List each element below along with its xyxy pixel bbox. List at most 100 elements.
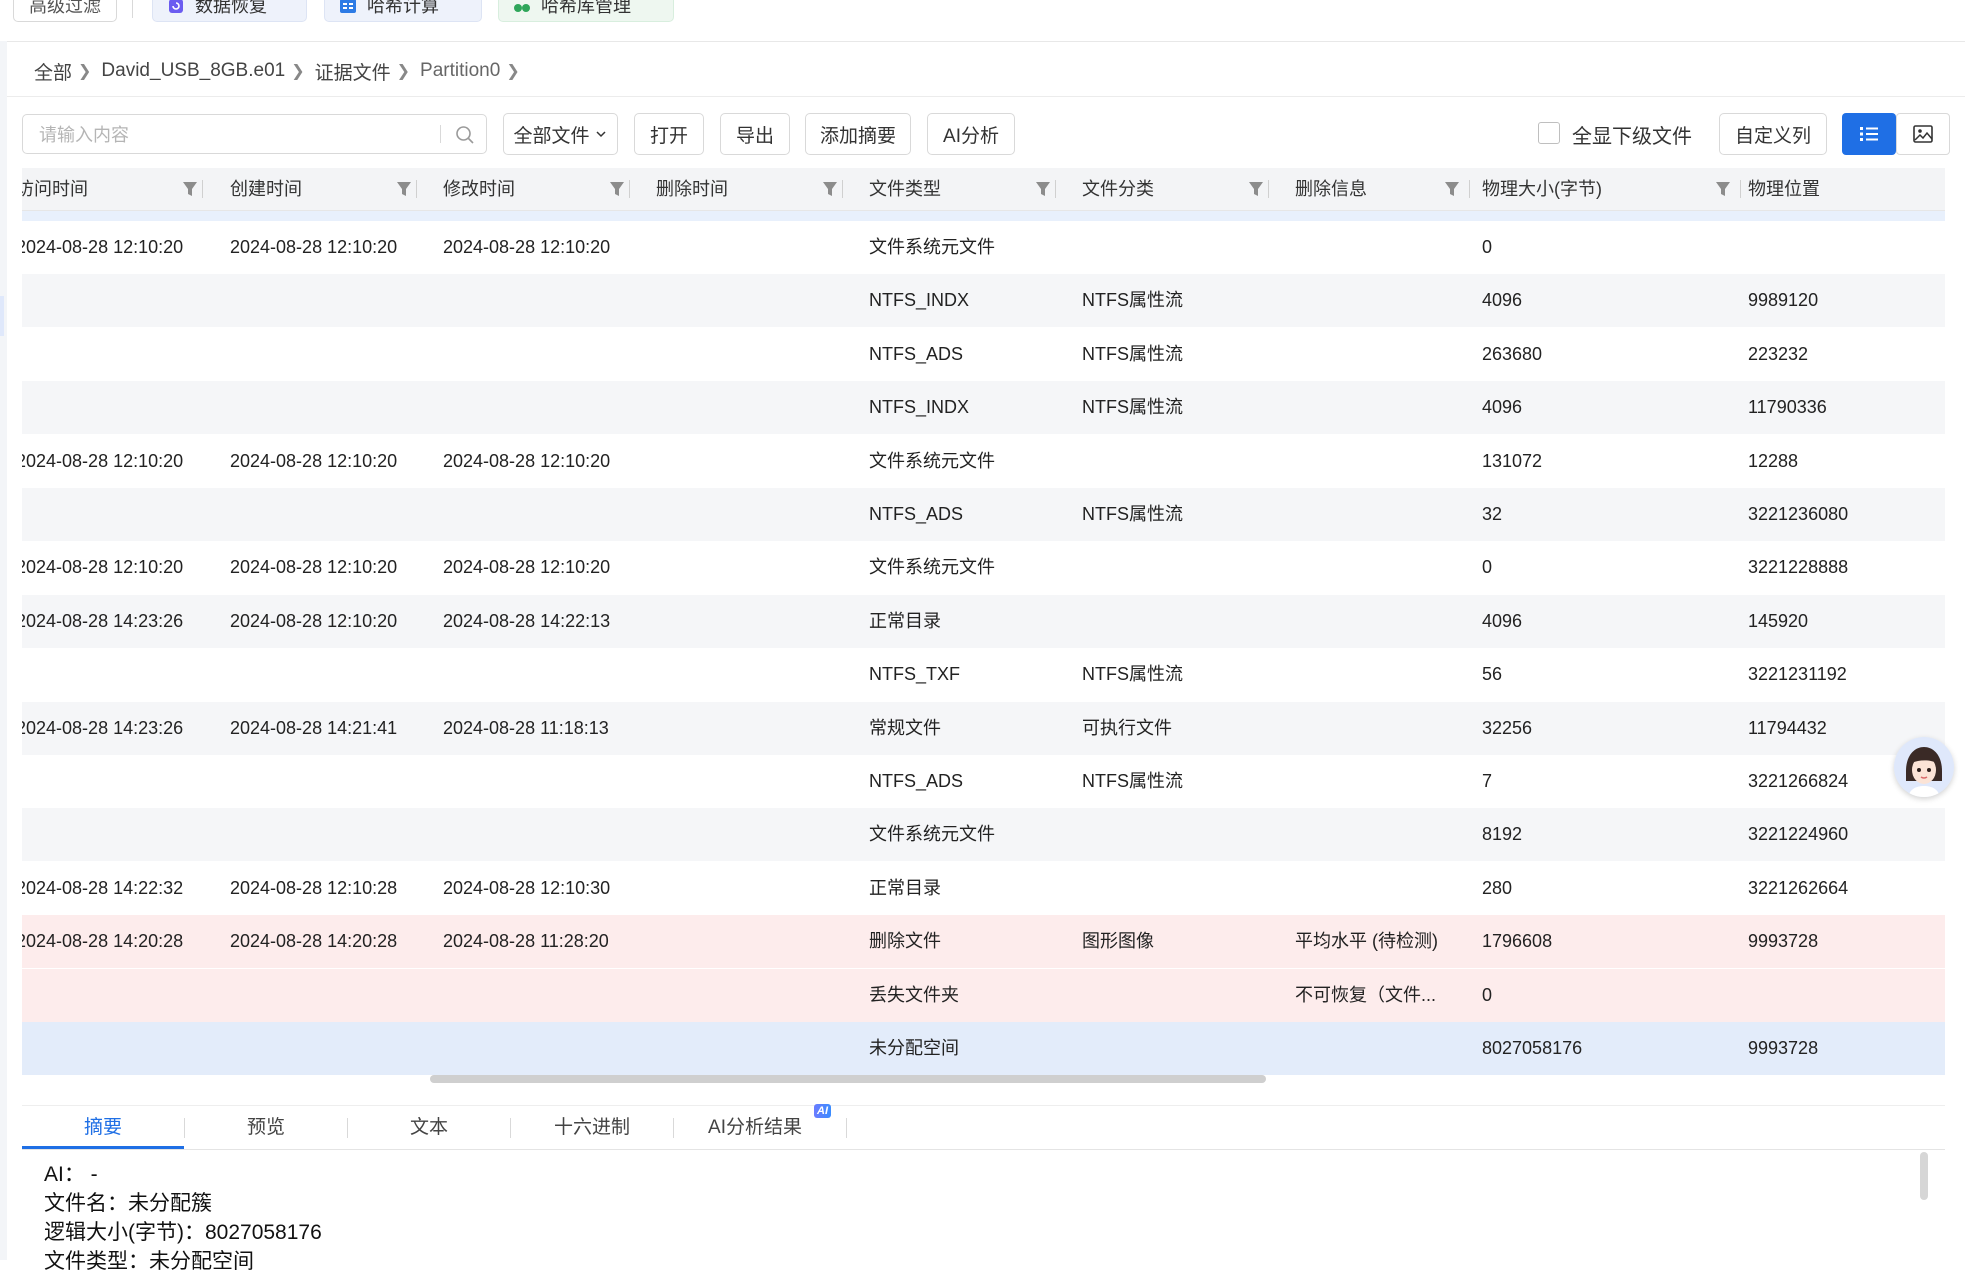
column-header-label: 访问时间 [22, 179, 88, 199]
summary-file-name: 文件名：未分配簇 [44, 1192, 212, 1215]
cell-deleted-time [656, 702, 857, 755]
filter-icon[interactable] [396, 180, 412, 198]
data-recovery-button[interactable]: 数据恢复 [152, 0, 307, 22]
table-row[interactable]: 未分配空间 8027058176 9993728 [22, 1022, 1945, 1075]
hash-calc-button[interactable]: 哈希计算 [324, 0, 482, 22]
tab-ai-result[interactable]: AI分析结果 [674, 1106, 836, 1149]
cell-delete-info [1295, 274, 1471, 327]
col-file-type[interactable]: 文件类型 [869, 168, 1074, 210]
cell-access-time [22, 969, 217, 1022]
filter-icon[interactable] [1248, 180, 1264, 198]
image-icon [1913, 125, 1933, 143]
filter-icon[interactable] [822, 180, 838, 198]
summary-scrollbar[interactable] [1920, 1152, 1928, 1200]
col-physical-position[interactable]: 物理位置 [1748, 168, 1945, 210]
breadcrumb-item-partition[interactable]: Partition0 [420, 60, 504, 82]
cell-created-time [230, 969, 431, 1022]
search-icon[interactable] [454, 124, 476, 146]
cell-created-time [230, 274, 431, 327]
cell-modified-time [443, 755, 644, 808]
open-button[interactable]: 打开 [634, 113, 704, 155]
cell-physical-position: 223232 [1748, 343, 1809, 364]
table-row[interactable]: 2024-08-28 12:10:20 2024-08-28 12:10:20 20… [22, 221, 1945, 274]
filter-icon[interactable] [1035, 180, 1051, 198]
file-filter-select[interactable]: 全部文件 [503, 113, 618, 155]
filter-icon[interactable] [609, 180, 625, 198]
table-row[interactable]: NTFS_TXF NTFS属性流 56 3221231192 [22, 648, 1945, 702]
cell-physical-position: 145920 [1748, 610, 1809, 631]
cell-file-type: 常规文件 [869, 717, 941, 738]
cell-delete-info [1295, 755, 1471, 808]
column-header-label: 删除信息 [1295, 179, 1367, 199]
assistant-avatar[interactable] [1894, 737, 1954, 797]
col-file-category[interactable]: 文件分类 [1082, 168, 1287, 210]
tab-summary[interactable]: 摘要 [22, 1106, 184, 1149]
table-horizontal-scrollbar[interactable] [430, 1075, 1266, 1083]
data-recovery-icon [169, 0, 183, 13]
advanced-filter-button[interactable]: 高级过滤 [13, 0, 117, 22]
cell-created-time: 2024-08-28 12:10:20 [230, 450, 398, 471]
tab-hex[interactable]: 十六进制 [511, 1106, 673, 1149]
filter-icon[interactable] [182, 180, 198, 198]
table-row[interactable]: 2024-08-28 14:20:28 2024-08-28 14:20:28 20… [22, 915, 1945, 969]
ai-analysis-button[interactable]: AI分析 [927, 113, 1015, 155]
col-physical-size[interactable]: 物理大小(字节) [1482, 168, 1742, 210]
cell-physical-size: 8192 [1482, 824, 1523, 845]
search-box [22, 114, 487, 154]
search-input[interactable] [37, 121, 421, 149]
cell-file-category: NTFS属性流 [1082, 397, 1183, 418]
cell-file-category [1082, 1022, 1283, 1075]
cell-physical-size: 4096 [1482, 397, 1523, 418]
cell-file-category [1082, 969, 1283, 1022]
add-summary-label: 添加摘要 [819, 125, 896, 147]
table-row[interactable]: NTFS_INDX NTFS属性流 4096 9989120 [22, 274, 1945, 328]
custom-columns-button[interactable]: 自定义列 [1719, 113, 1827, 155]
table-row[interactable]: 2024-08-28 14:23:26 2024-08-28 14:21:41 20… [22, 701, 1945, 755]
breadcrumb-item-all[interactable]: 全部 [34, 58, 76, 85]
cell-delete-info [1295, 541, 1471, 594]
gallery-view-button[interactable] [1896, 113, 1950, 155]
breadcrumb-item-image[interactable]: David_USB_8GB.e01 [101, 60, 289, 82]
tab-divider [846, 1118, 847, 1138]
cell-physical-size: 32 [1482, 504, 1503, 524]
column-header-label: 文件类型 [869, 179, 941, 199]
col-deleted-time[interactable]: 删除时间 [656, 168, 861, 210]
show-sub-files-checkbox[interactable] [1538, 122, 1560, 144]
tab-text[interactable]: 文本 [348, 1106, 510, 1149]
summary-ai: AI： - [44, 1163, 98, 1186]
table-row[interactable]: 2024-08-28 14:23:26 2024-08-28 12:10:20 20… [22, 594, 1945, 648]
table-row[interactable]: 2024-08-28 12:10:20 2024-08-28 12:10:20 20… [22, 434, 1945, 488]
table-row[interactable]: NTFS_ADS NTFS属性流 263680 223232 [22, 327, 1945, 381]
col-modified-time[interactable]: 修改时间 [443, 168, 648, 210]
cell-deleted-time [656, 862, 857, 915]
export-button[interactable]: 导出 [720, 113, 790, 155]
cell-physical-size: 263680 [1482, 343, 1543, 364]
table-header-strip [22, 211, 1945, 221]
cell-physical-size: 1796608 [1482, 931, 1553, 952]
table-row[interactable]: NTFS_ADS NTFS属性流 32 3221236080 [22, 488, 1945, 541]
tab-preview[interactable]: 预览 [185, 1106, 347, 1149]
add-summary-button[interactable]: 添加摘要 [805, 113, 911, 155]
filter-icon[interactable] [1715, 180, 1731, 198]
hash-library-button[interactable]: 哈希库管理 [498, 0, 674, 22]
table-row[interactable]: NTFS_ADS NTFS属性流 7 3221266824 [22, 755, 1945, 808]
list-view-button[interactable] [1842, 113, 1896, 155]
breadcrumb-item-evidence[interactable]: 证据文件 [315, 58, 395, 85]
cell-delete-info [1295, 381, 1471, 434]
col-delete-info[interactable]: 删除信息 [1295, 168, 1475, 210]
cell-delete-info [1295, 328, 1471, 381]
cell-created-time [230, 648, 431, 701]
table-row[interactable]: 2024-08-28 12:10:20 2024-08-28 12:10:20 20… [22, 541, 1945, 595]
filter-icon[interactable] [1444, 180, 1460, 198]
table-row[interactable]: 丢失文件夹 不可恢复（文件... 0 [22, 968, 1945, 1022]
cell-created-time [230, 1022, 431, 1075]
summary-file-type: 文件类型：未分配空间 [44, 1250, 254, 1273]
table-row[interactable]: 2024-08-28 14:22:32 2024-08-28 12:10:28 20… [22, 861, 1945, 915]
table-row[interactable]: NTFS_INDX NTFS属性流 4096 11790336 [22, 381, 1945, 435]
column-divider [416, 180, 417, 198]
col-access-time[interactable]: 访问时间 [22, 168, 221, 210]
table-row[interactable]: 文件系统元文件 8192 3221224960 [22, 808, 1945, 862]
cell-modified-time [443, 488, 644, 541]
col-created-time[interactable]: 创建时间 [230, 168, 435, 210]
cell-file-type: NTFS_ADS [869, 771, 964, 791]
